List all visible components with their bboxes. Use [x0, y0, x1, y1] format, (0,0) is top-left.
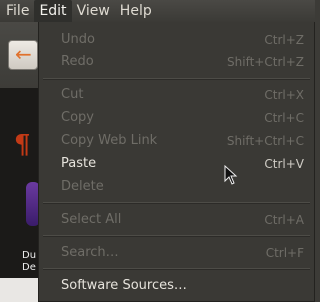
menu-item-copy[interactable]: Copy Ctrl+C [39, 107, 314, 129]
menu-separator [43, 202, 310, 204]
menu-item-label: Search… [61, 245, 119, 260]
menu-item-accelerator: Ctrl+F [265, 246, 304, 260]
menu-separator [43, 78, 310, 80]
menu-item-label: Copy [61, 110, 94, 125]
back-button[interactable]: ← [8, 40, 38, 70]
menu-item-redo[interactable]: Redo Shift+Ctrl+Z [39, 51, 314, 73]
menu-item-accelerator: Ctrl+V [264, 157, 304, 171]
menu-item-software-sources[interactable]: Software Sources… [39, 275, 314, 297]
menu-item-accelerator: Ctrl+Z [264, 33, 304, 47]
menu-file[interactable]: File [0, 0, 34, 22]
menu-item-accelerator: Ctrl+C [264, 111, 304, 125]
menu-item-label: Paste [61, 156, 97, 171]
menu-item-accelerator: Ctrl+A [264, 213, 304, 227]
menu-item-paste[interactable]: Paste Ctrl+V [39, 153, 314, 175]
menu-item-select-all[interactable]: Select All Ctrl+A [39, 209, 314, 231]
menu-item-label: Select All [61, 212, 122, 227]
menu-item-accelerator: Ctrl+X [264, 88, 304, 102]
menu-item-delete[interactable]: Delete [39, 176, 314, 198]
app-caption-line2: De [22, 262, 36, 273]
menu-edit[interactable]: Edit [34, 0, 72, 22]
menu-item-label: Undo [61, 32, 95, 47]
menu-item-label: Software Sources… [61, 278, 187, 293]
menu-item-accelerator: Shift+Ctrl+C [226, 134, 304, 148]
menu-item-label: Cut [61, 87, 84, 102]
menu-help[interactable]: Help [115, 0, 157, 22]
menu-item-label: Copy Web Link [61, 133, 158, 148]
mouse-pointer-icon [224, 165, 238, 185]
menu-item-undo[interactable]: Undo Ctrl+Z [39, 29, 314, 51]
edit-menu-dropdown: Undo Ctrl+Z Redo Shift+Ctrl+Z Cut Ctrl+X… [38, 22, 315, 302]
menubar: File Edit View Help [0, 0, 315, 22]
menu-item-search[interactable]: Search… Ctrl+F [39, 242, 314, 264]
menu-separator [43, 268, 310, 270]
menu-separator [43, 235, 310, 237]
menu-item-label: Redo [61, 54, 94, 69]
app-caption: Du De [22, 250, 36, 274]
menu-item-cut[interactable]: Cut Ctrl+X [39, 84, 314, 106]
back-arrow-icon: ← [15, 42, 32, 66]
app-banner-logo: ¶ [14, 130, 31, 160]
menu-item-accelerator: Shift+Ctrl+Z [227, 55, 304, 69]
menu-item-copy-web-link[interactable]: Copy Web Link Shift+Ctrl+C [39, 130, 314, 152]
app-caption-line1: Du [22, 250, 37, 261]
menu-item-label: Delete [61, 179, 104, 194]
menu-view[interactable]: View [72, 0, 115, 22]
